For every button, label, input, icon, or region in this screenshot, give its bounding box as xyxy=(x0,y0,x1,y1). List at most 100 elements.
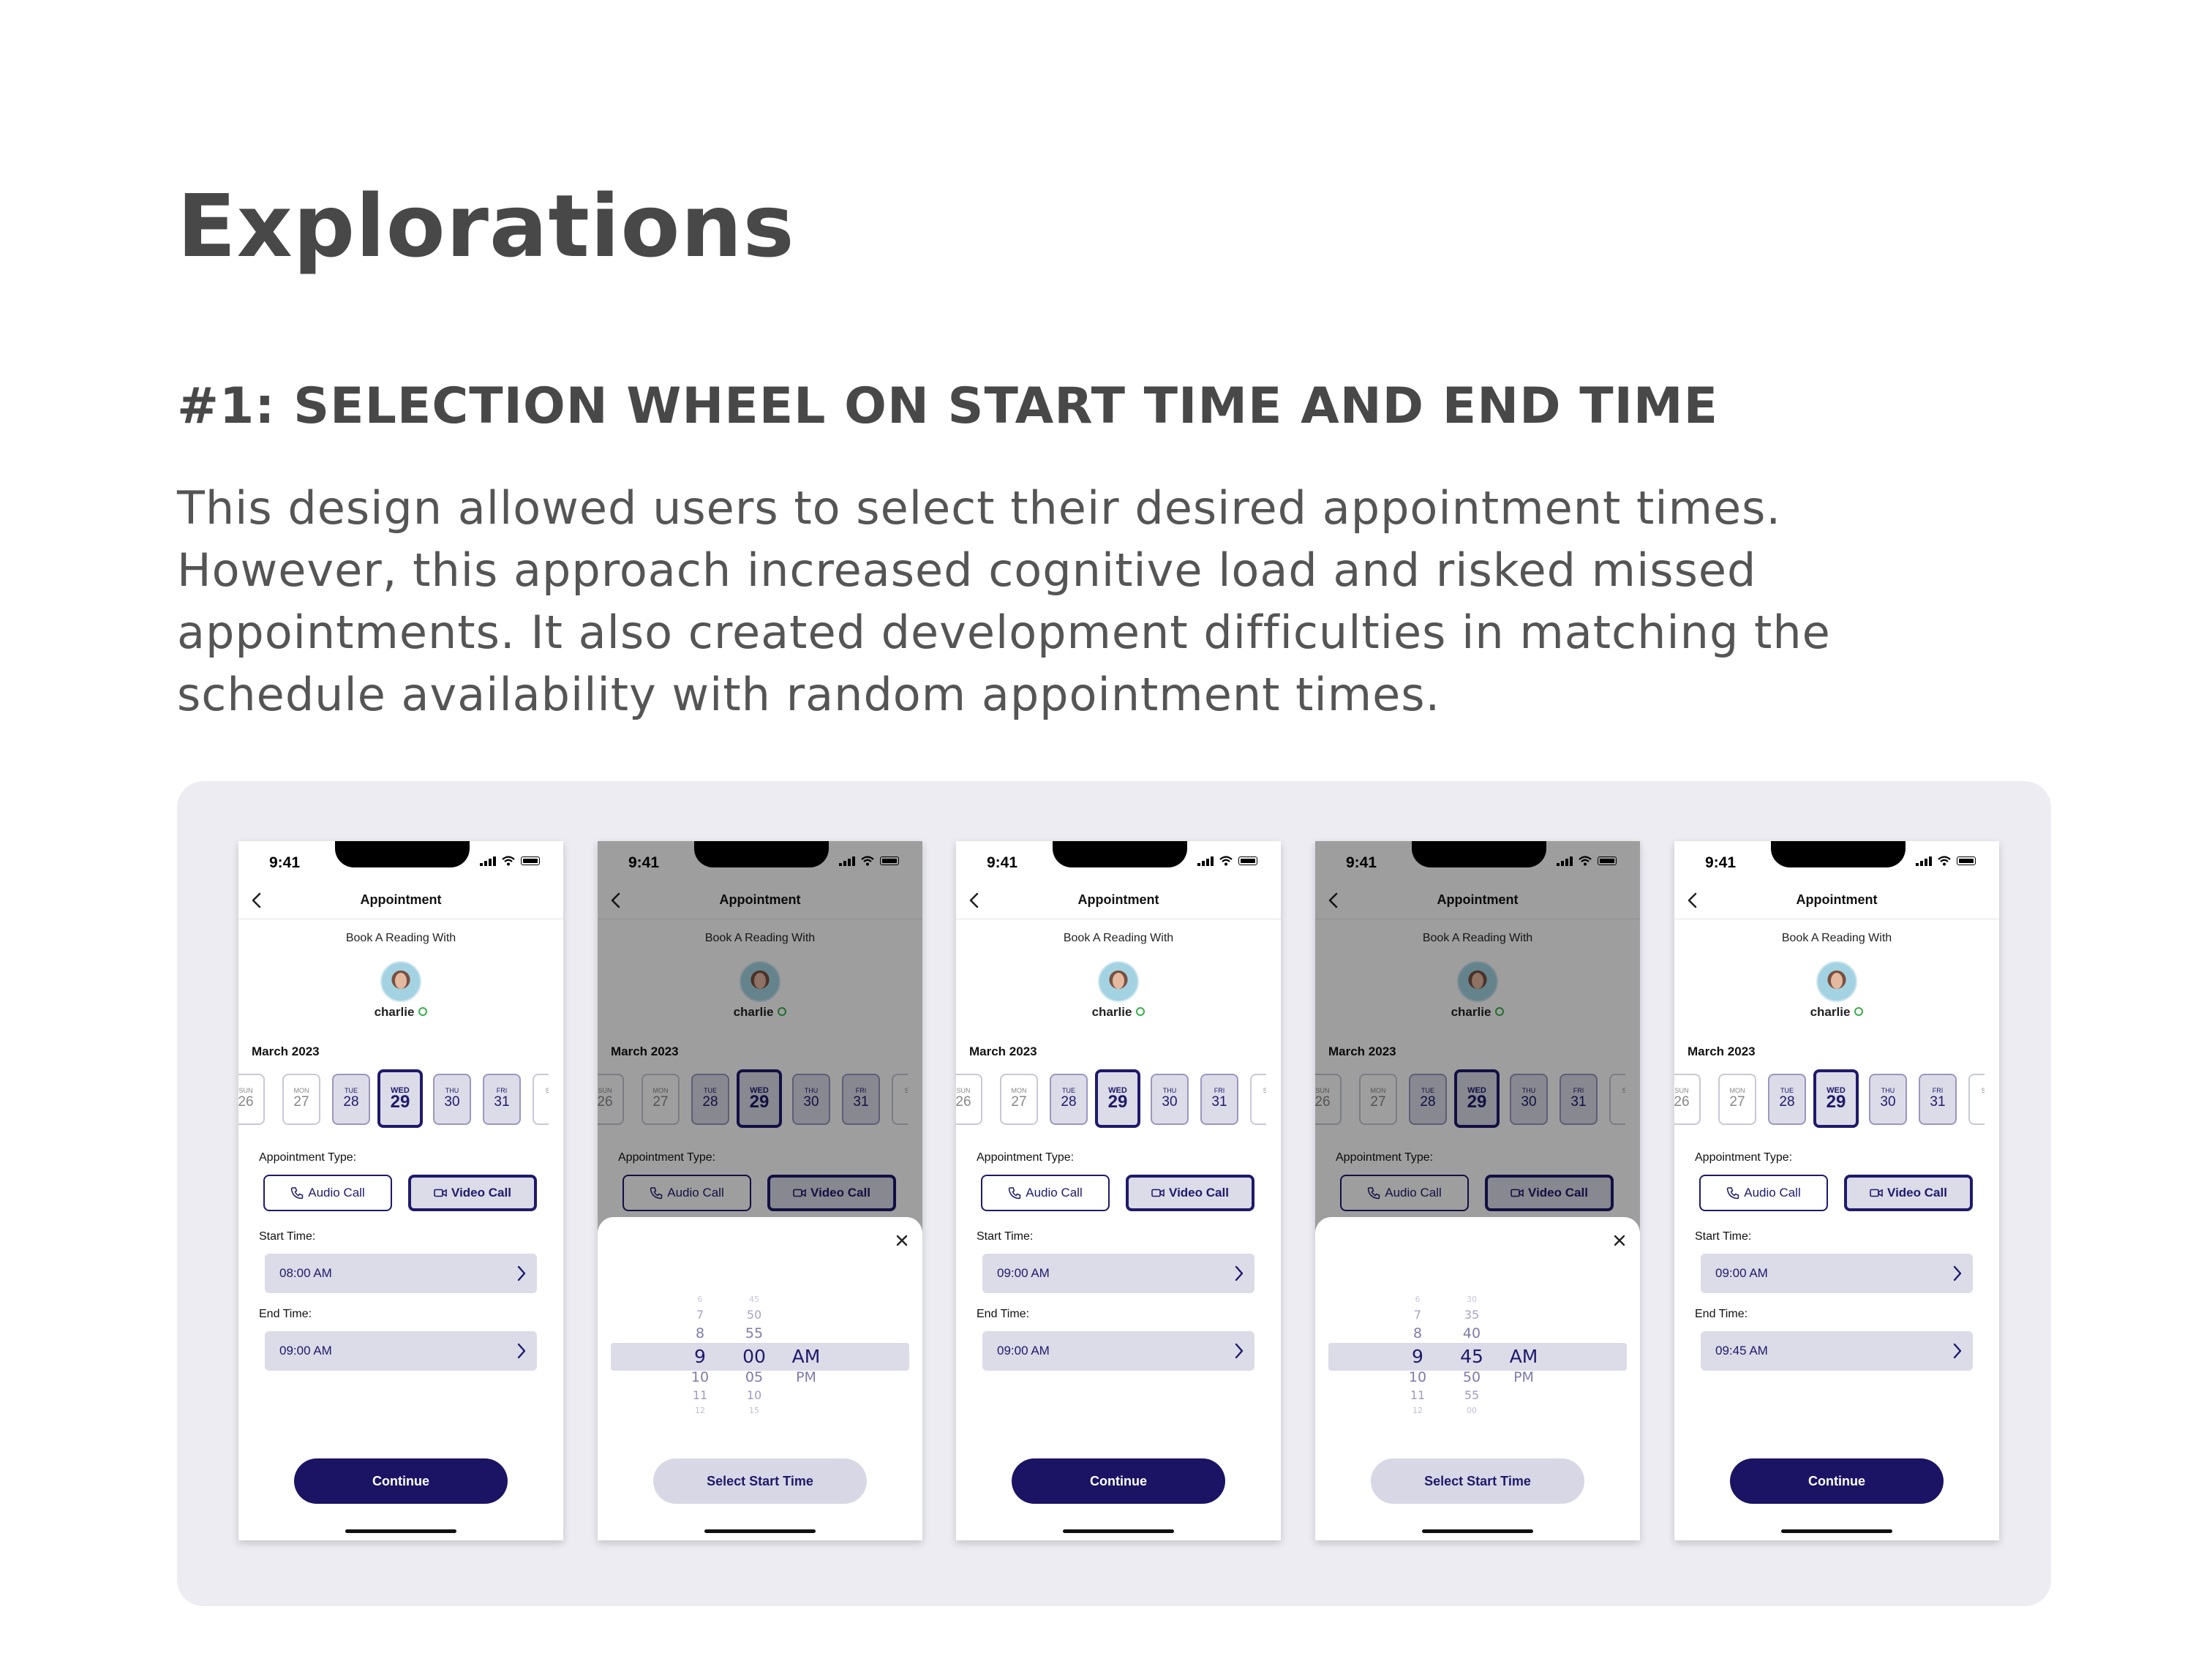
advisor-name: charlie xyxy=(374,1005,415,1019)
status-time: 9:41 xyxy=(269,854,301,871)
hour-option[interactable]: 7 xyxy=(1396,1308,1440,1322)
wifi-icon xyxy=(502,856,515,866)
end-time-value: 09:45 AM xyxy=(1715,1344,1768,1358)
date-weekday: SAT xyxy=(1981,1087,1985,1094)
start-time-field[interactable]: 08:00 AM xyxy=(265,1254,537,1293)
date-card[interactable]: SUN 26 xyxy=(956,1074,982,1125)
date-card[interactable]: SAT1 xyxy=(1250,1074,1266,1125)
date-weekday: FRI xyxy=(496,1087,508,1094)
hour-option[interactable]: 11 xyxy=(678,1388,722,1402)
hour-option[interactable]: 6 xyxy=(1396,1295,1440,1304)
pm-option[interactable]: PM xyxy=(1505,1369,1542,1385)
video-call-button[interactable]: Video Call xyxy=(1844,1175,1973,1211)
date-card[interactable]: FRI 31 xyxy=(1200,1074,1238,1125)
video-call-button[interactable]: Video Call xyxy=(1126,1175,1254,1211)
date-card[interactable]: TUE 28 xyxy=(1768,1074,1806,1125)
date-strip[interactable]: SUN26 MON27 TUE28WED29 THU30 FRI31 SAT1 xyxy=(1674,1068,1985,1128)
minute-option[interactable]: 00 xyxy=(732,1346,776,1367)
hour-option[interactable]: 10 xyxy=(678,1369,722,1385)
hour-option[interactable]: 8 xyxy=(678,1325,722,1341)
hour-option[interactable]: 12 xyxy=(1396,1406,1440,1415)
description: This design allowed users to select thei… xyxy=(177,477,2152,726)
minute-option[interactable]: 00 xyxy=(1450,1406,1494,1415)
date-card[interactable]: WED 29 xyxy=(1095,1069,1140,1128)
date-card[interactable]: THU 30 xyxy=(1151,1074,1189,1125)
continue-button[interactable]: Continue xyxy=(1012,1458,1225,1504)
select-start-time-button[interactable]: Select Start Time xyxy=(653,1458,867,1504)
date-card[interactable]: MON 27 xyxy=(282,1074,320,1125)
minute-option[interactable]: 35 xyxy=(1450,1308,1494,1322)
notch xyxy=(335,841,470,867)
date-day: 30 xyxy=(1162,1094,1178,1110)
video-call-button[interactable]: Video Call xyxy=(408,1175,537,1211)
date-day: 26 xyxy=(1674,1094,1690,1110)
hour-option[interactable]: 11 xyxy=(1396,1388,1440,1402)
end-time-field[interactable]: 09:00 AM xyxy=(982,1331,1254,1371)
video-call-label: Video Call xyxy=(451,1186,511,1200)
minute-option[interactable]: 15 xyxy=(732,1406,776,1415)
minute-option[interactable]: 55 xyxy=(732,1325,776,1341)
date-strip[interactable]: SUN26 MON27 TUE28WED29 THU30 FRI31 SAT1 xyxy=(238,1068,549,1128)
minute-option[interactable]: 55 xyxy=(1450,1388,1494,1402)
date-card[interactable]: THU 30 xyxy=(1869,1074,1907,1125)
date-weekday: MON xyxy=(293,1087,309,1094)
minute-option[interactable]: 10 xyxy=(732,1388,776,1402)
am-option[interactable]: AM xyxy=(1505,1346,1542,1367)
date-card[interactable]: SUN 26 xyxy=(1674,1074,1701,1125)
hour-option[interactable]: 7 xyxy=(678,1308,722,1322)
minute-option[interactable]: 45 xyxy=(1450,1346,1494,1367)
hour-option[interactable]: 10 xyxy=(1396,1369,1440,1385)
date-card[interactable]: WED 29 xyxy=(377,1069,423,1128)
nav-title: Appointment xyxy=(1077,892,1159,907)
am-option[interactable]: AM xyxy=(788,1346,824,1367)
hour-option[interactable]: 9 xyxy=(678,1346,722,1367)
date-card[interactable]: SAT1 xyxy=(1968,1074,1985,1125)
end-time-field[interactable]: 09:45 AM xyxy=(1701,1331,1973,1371)
hour-option[interactable]: 12 xyxy=(678,1406,722,1415)
phone-screen: 9:41 Appointment Book A Reading With charli… xyxy=(1315,841,1640,1540)
date-card[interactable]: THU 30 xyxy=(433,1074,471,1125)
hour-option[interactable]: 9 xyxy=(1396,1346,1440,1367)
close-icon[interactable] xyxy=(893,1232,911,1249)
date-weekday: FRI xyxy=(1214,1087,1225,1094)
audio-call-button[interactable]: Audio Call xyxy=(263,1175,392,1211)
select-start-time-button[interactable]: Select Start Time xyxy=(1371,1458,1584,1504)
close-icon[interactable] xyxy=(1611,1232,1628,1249)
date-card[interactable]: TUE 28 xyxy=(332,1074,370,1125)
nav-title: Appointment xyxy=(1796,892,1878,907)
continue-button[interactable]: Continue xyxy=(1730,1458,1944,1504)
audio-call-button[interactable]: Audio Call xyxy=(1699,1175,1828,1211)
date-weekday: SUN xyxy=(1674,1087,1689,1094)
online-status-icon xyxy=(418,1007,428,1016)
date-card[interactable]: MON 27 xyxy=(1718,1074,1756,1125)
appointment-type-label: Appointment Type: xyxy=(977,1151,1075,1164)
minute-option[interactable]: 05 xyxy=(732,1369,776,1385)
date-card[interactable]: SUN 26 xyxy=(238,1074,265,1125)
audio-call-label: Audio Call xyxy=(1026,1186,1083,1200)
date-day: 30 xyxy=(444,1094,460,1110)
minute-option[interactable]: 50 xyxy=(1450,1369,1494,1385)
end-time-field[interactable]: 09:00 AM xyxy=(265,1331,537,1371)
date-card[interactable]: FRI 31 xyxy=(1919,1074,1957,1125)
wifi-icon xyxy=(1938,856,1951,866)
audio-call-button[interactable]: Audio Call xyxy=(981,1175,1110,1211)
online-status-icon xyxy=(1854,1007,1864,1016)
date-card[interactable]: MON 27 xyxy=(1000,1074,1038,1125)
minute-option[interactable]: 40 xyxy=(1450,1325,1494,1341)
start-time-field[interactable]: 09:00 AM xyxy=(982,1254,1254,1293)
date-card[interactable]: TUE 28 xyxy=(1050,1074,1088,1125)
start-time-field[interactable]: 09:00 AM xyxy=(1701,1254,1973,1293)
date-card[interactable]: FRI 31 xyxy=(483,1074,521,1125)
continue-button[interactable]: Continue xyxy=(294,1458,508,1504)
minute-option[interactable]: 50 xyxy=(732,1308,776,1322)
minute-option[interactable]: 45 xyxy=(732,1295,776,1304)
hour-option[interactable]: 6 xyxy=(678,1295,722,1304)
date-card[interactable]: WED 29 xyxy=(1813,1069,1859,1128)
hour-option[interactable]: 8 xyxy=(1396,1325,1440,1341)
date-card[interactable]: SAT1 xyxy=(533,1074,549,1125)
date-strip[interactable]: SUN26 MON27 TUE28WED29 THU30 FRI31 SAT1 xyxy=(956,1068,1266,1128)
advisor-name-row: charlie xyxy=(238,1005,563,1020)
minute-option[interactable]: 30 xyxy=(1450,1295,1494,1304)
pm-option[interactable]: PM xyxy=(788,1369,824,1385)
online-status-icon xyxy=(1136,1007,1146,1016)
